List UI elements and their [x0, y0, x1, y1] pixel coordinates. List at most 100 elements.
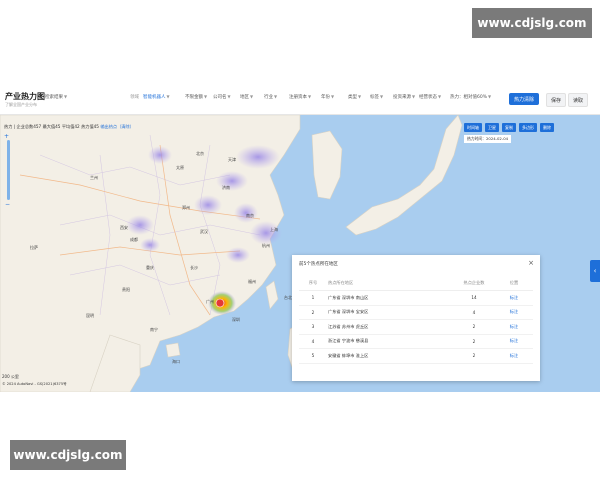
city-label: 成都 [130, 237, 138, 242]
result-dropdown[interactable]: 检索结果▼ [45, 94, 67, 100]
row-region: 广东省 深圳市 南山区 [327, 290, 453, 306]
map-canvas[interactable]: 热力 | 企业总数457 最大值45 平均值42 热力值45 输出热点（清除） … [0, 115, 600, 392]
city-label: 太原 [176, 165, 184, 170]
zoom-slider[interactable] [7, 140, 10, 200]
filter-value: 年份 [321, 95, 330, 100]
chevron-down-icon: ▼ [166, 94, 170, 99]
hotspot-marker[interactable] [215, 298, 225, 308]
chevron-down-icon: ▼ [412, 94, 416, 99]
clear-heat-button[interactable]: 热力清除 [509, 93, 539, 105]
toolbar: 产业热力图 了解全国产业分布 检索结果▼ 领域 智能机器人▼ 不限金额▼ 公司名▼ 地区… [0, 86, 600, 115]
chevron-down-icon: ▼ [274, 94, 278, 99]
read-button[interactable]: 读取 [568, 93, 588, 107]
map-tool-1[interactable]: 卫星 [485, 123, 499, 132]
chevron-down-icon: ▼ [331, 94, 335, 99]
table-header-row: 序号 热点所在地区 热点企业数 位置 [299, 276, 533, 291]
map-tool-4[interactable]: 删除 [540, 123, 554, 132]
chevron-down-icon: ▼ [358, 94, 362, 99]
filter-value: 地区 [240, 95, 249, 100]
watermark-bottom: www.cdjslg.com [10, 440, 126, 470]
stat-heat: 热力 [4, 124, 13, 129]
row-region: 江苏省 苏州市 虎丘区 [327, 319, 453, 335]
hotspot-panel: 前5个热点所在地区 × 序号 热点所在地区 热点企业数 位置 1 广东省 深圳市 … [292, 255, 540, 381]
filter-dropdown-7[interactable]: 类型▼ [348, 94, 361, 100]
city-label: 上海 [270, 227, 278, 232]
map-tool-2[interactable]: 复制 [502, 123, 516, 132]
page-title: 产业热力图 [5, 92, 45, 101]
city-label: 南宁 [150, 327, 158, 332]
output-hotspot-link[interactable]: 输出热点（清除） [100, 124, 134, 129]
map-tool-3[interactable]: 多边形 [519, 123, 537, 132]
filter-dropdown-8[interactable]: 标签▼ [370, 94, 383, 100]
filter-value: 智能机器人 [143, 95, 166, 100]
row-region: 浙江省 宁波市 慈溪县 [327, 334, 453, 349]
city-label: 贵阳 [122, 287, 130, 292]
filter-value: 标签 [370, 95, 379, 100]
row-count: 2 [453, 319, 495, 335]
city-label: 郑州 [182, 205, 190, 210]
stat-heat-value: 热力值45 [81, 124, 99, 129]
filter-value: 公司名 [213, 95, 227, 100]
filter-dropdown-1[interactable]: 不限金额▼ [185, 94, 207, 100]
japan-landmass [345, 115, 463, 236]
chevron-down-icon: ▼ [380, 94, 384, 99]
city-label: 重庆 [146, 265, 154, 270]
hainan-landmass [165, 342, 181, 358]
city-label: 南京 [246, 213, 254, 218]
locate-link[interactable]: 标注 [495, 319, 533, 335]
chevron-down-icon: ▼ [438, 94, 442, 99]
stat-average: 平均值42 [61, 124, 80, 129]
locate-link[interactable]: 标注 [495, 348, 533, 364]
table-body: 1 广东省 深圳市 南山区 14 标注 2 广东省 深圳市 宝安区 4 标注 3 江苏省 苏州市 … [299, 290, 533, 364]
filter-dropdown-9[interactable]: 投资来源▼ [393, 94, 415, 100]
col-count: 热点企业数 [453, 276, 495, 291]
zoom-in-icon[interactable]: + [4, 133, 9, 140]
chevron-down-icon: ▼ [204, 94, 208, 99]
city-label: 拉萨 [30, 245, 38, 250]
city-label: 广州 [206, 299, 214, 304]
filter-dropdown-6[interactable]: 年份▼ [321, 94, 334, 100]
city-label: 长沙 [190, 265, 198, 270]
stat-company-total: 企业总数457 [16, 124, 42, 129]
filter-value: 投资来源 [393, 95, 411, 100]
city-label: 福州 [248, 279, 256, 284]
row-index: 2 [299, 305, 327, 320]
city-label: 兰州 [90, 175, 98, 180]
map-tool-0[interactable]: 时间轴 [464, 123, 482, 132]
row-index: 3 [299, 319, 327, 335]
filter-dropdown-5[interactable]: 注册资本▼ [289, 94, 311, 100]
filter-dropdown-3[interactable]: 地区▼ [240, 94, 253, 100]
table-row: 5 安徽省 蚌埠市 淮上区 2 标注 [299, 348, 533, 364]
zoom-out-icon[interactable]: − [5, 201, 10, 208]
filter-dropdown-11[interactable]: 热力：相对值60%▼ [450, 94, 491, 100]
map-attribution: © 2024 AutoNavi - GS(2021)6375号 [2, 382, 67, 386]
scale-bar: 200 公里 [2, 374, 19, 379]
filter-dropdown-2[interactable]: 公司名▼ [213, 94, 231, 100]
row-count: 4 [453, 305, 495, 320]
locate-link[interactable]: 标注 [495, 305, 533, 320]
locate-link[interactable]: 标注 [495, 334, 533, 349]
row-index: 5 [299, 348, 327, 364]
filter-dropdown-0[interactable]: 领域 智能机器人▼ [130, 94, 170, 100]
filter-value: 不限金额 [185, 95, 203, 100]
city-label: 北京 [196, 151, 204, 156]
side-panel-toggle[interactable]: ‹ [590, 260, 600, 282]
chevron-down-icon: ▼ [488, 94, 492, 99]
heatmap-app: 产业热力图 了解全国产业分布 检索结果▼ 领域 智能机器人▼ 不限金额▼ 公司名▼ 地区… [0, 86, 600, 392]
close-icon[interactable]: × [528, 259, 534, 267]
chevron-left-icon: ‹ [593, 267, 597, 275]
korea-landmass [311, 130, 343, 200]
watermark-top: www.cdjslg.com [472, 8, 592, 38]
taiwan-landmass [265, 280, 279, 310]
city-label: 西安 [120, 225, 128, 230]
filter-value: 经营状态 [419, 95, 437, 100]
filter-dropdown-10[interactable]: 经营状态▼ [419, 94, 441, 100]
locate-link[interactable]: 标注 [495, 290, 533, 306]
page-subtitle: 了解全国产业分布 [5, 102, 37, 107]
city-label: 天津 [228, 157, 236, 162]
filter-dropdown-4[interactable]: 行业▼ [264, 94, 277, 100]
row-count: 2 [453, 334, 495, 349]
save-button[interactable]: 保存 [546, 93, 566, 107]
row-region: 安徽省 蚌埠市 淮上区 [327, 348, 453, 364]
table-row: 2 广东省 深圳市 宝安区 4 标注 [299, 305, 533, 320]
